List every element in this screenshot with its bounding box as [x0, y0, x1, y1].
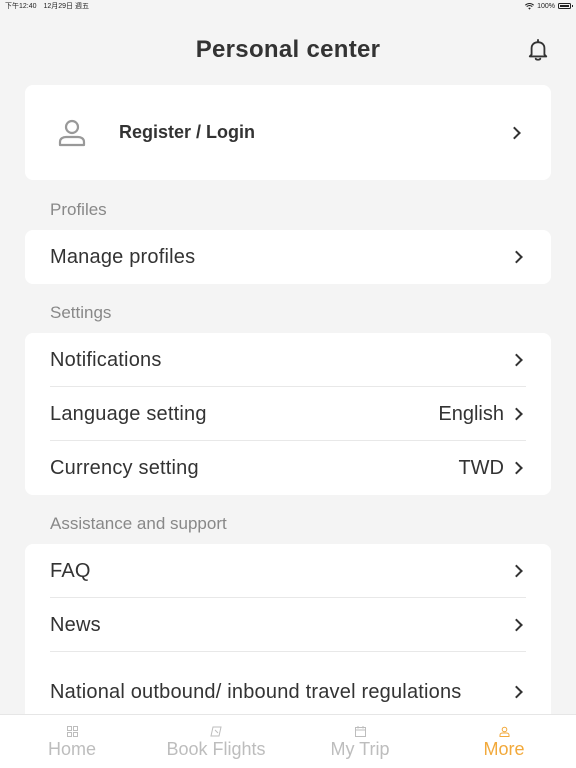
section-label-settings: Settings: [50, 303, 112, 322]
bell-icon[interactable]: [527, 38, 549, 62]
register-login-label: Register / Login: [119, 122, 256, 142]
settings-card: Notifications Language setting English C…: [25, 333, 551, 495]
tab-label: My Trip: [330, 739, 390, 759]
status-bar: 下午12:40 12月29日 週五 100%: [0, 0, 576, 12]
row-label: Language setting: [50, 402, 207, 425]
row-faq[interactable]: FAQ: [25, 544, 551, 598]
tab-my-trip[interactable]: My Trip: [288, 715, 432, 768]
row-label: Notifications: [50, 348, 162, 371]
chevron-right-icon: [510, 461, 523, 475]
status-date: 12月29日 週五: [43, 3, 90, 10]
profiles-card: Manage profiles: [25, 230, 551, 284]
user-icon: [58, 119, 86, 146]
chevron-right-icon: [510, 407, 523, 421]
tab-more[interactable]: More: [432, 715, 576, 768]
header: Personal center: [0, 30, 576, 70]
wifi-icon: [525, 2, 535, 10]
row-manage-profiles[interactable]: Manage profiles: [25, 230, 551, 284]
row-language-setting[interactable]: Language setting English: [25, 387, 551, 441]
row-label: Manage profiles: [50, 245, 196, 268]
tab-label: Home: [47, 739, 96, 759]
grid-icon: [66, 725, 78, 737]
battery-icon: [558, 3, 573, 9]
status-right: 100%: [525, 2, 573, 10]
section-label-profiles: Profiles: [50, 200, 107, 219]
tab-home[interactable]: Home: [0, 715, 144, 768]
battery-percent: 100%: [537, 2, 555, 10]
tab-label: More: [483, 739, 525, 759]
language-value: English: [438, 402, 504, 425]
tab-book-flights[interactable]: Book Flights: [144, 715, 288, 768]
tab-bar: Home Book Flights My Trip More: [0, 714, 576, 768]
tab-label: Book Flights: [166, 739, 266, 759]
row-label: FAQ: [50, 559, 91, 582]
row-label: National outbound/ inbound travel regula…: [50, 681, 462, 703]
row-label: Currency setting: [50, 456, 199, 479]
chevron-right-icon: [508, 126, 521, 139]
ticket-icon: [210, 725, 222, 737]
row-news[interactable]: News: [25, 598, 551, 652]
calendar-icon: [354, 725, 366, 737]
currency-value: TWD: [458, 456, 504, 479]
row-label: News: [50, 613, 101, 636]
page-title: Personal center: [195, 36, 381, 63]
section-label-support: Assistance and support: [50, 514, 227, 533]
status-left: 下午12:40 12月29日 週五: [5, 1, 94, 11]
person-icon: [499, 725, 510, 737]
support-card: FAQ News National outbound/ inbound trav…: [25, 544, 551, 732]
register-login-card[interactable]: Register / Login: [25, 85, 551, 180]
row-currency-setting[interactable]: Currency setting TWD: [25, 441, 551, 495]
row-notifications[interactable]: Notifications: [25, 333, 551, 387]
status-time: 下午12:40: [5, 3, 37, 10]
